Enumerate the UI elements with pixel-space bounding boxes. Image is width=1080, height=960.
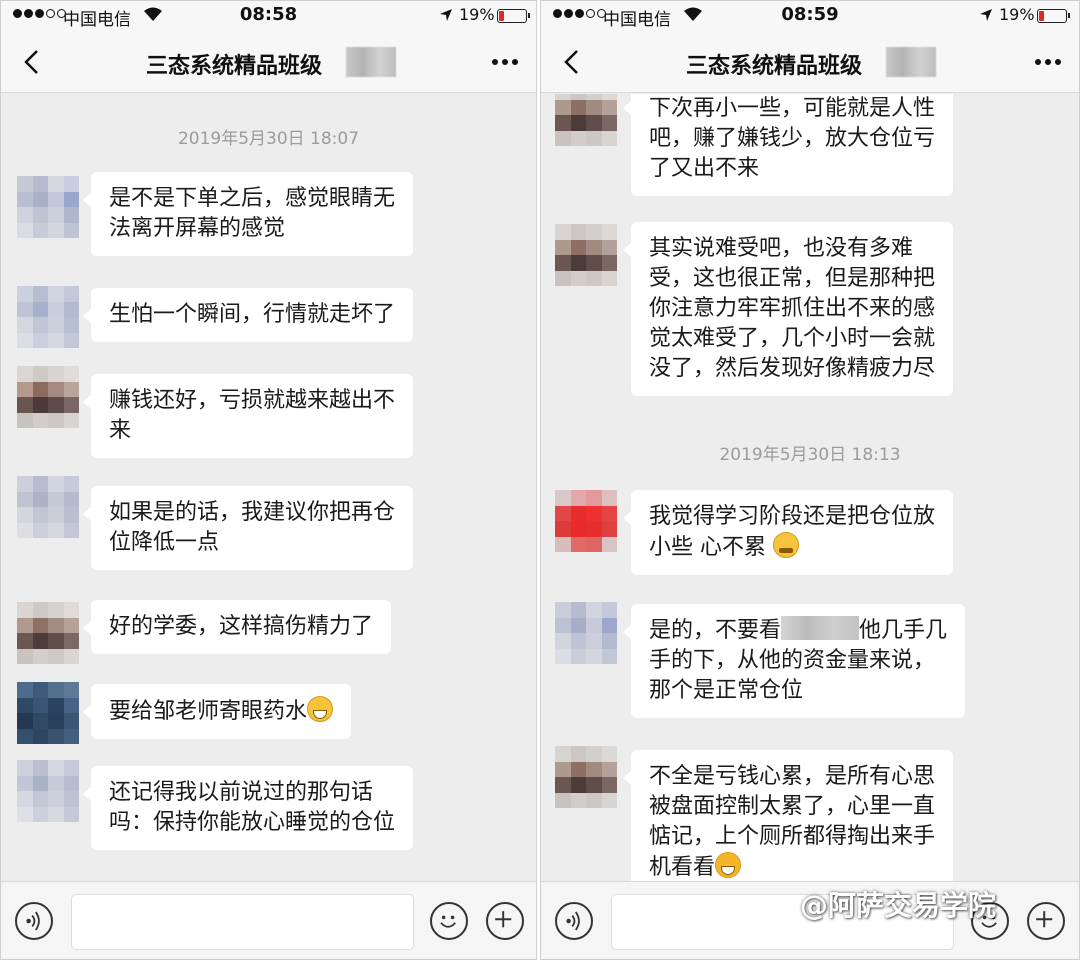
message-text: 好的学委，这样搞伤精力了 <box>109 614 374 639</box>
message-bubble[interactable]: 还记得我以前说过的那句话 吗：保持你能放心睡觉的仓位 <box>82 766 414 850</box>
avatar[interactable] <box>555 602 617 664</box>
chat-timestamp: 2019年5月30日 18:07 <box>177 129 360 149</box>
message-bubble[interactable]: 不全是亏钱心累，是所有心思 被盘面控制太累了，心里一直 惦记，上个厕所都得掏出来… <box>622 750 954 881</box>
chat-title: 三态系统精品班级 <box>146 54 323 79</box>
battery-icon <box>497 9 530 23</box>
location-arrow-icon <box>440 9 452 21</box>
avatar[interactable] <box>555 746 617 808</box>
message-text: 觉太难受了，几个小时一会就 <box>649 326 936 351</box>
message-text: 来 <box>109 418 132 443</box>
plus-icon[interactable] <box>486 902 524 940</box>
more-dots-icon[interactable] <box>492 59 518 65</box>
message-text: 吧，赚了嫌钱少，放大仓位亏 <box>649 126 936 151</box>
avatar[interactable] <box>17 286 79 348</box>
message-bubble[interactable]: 要给邹老师寄眼药水 <box>82 684 352 739</box>
redacted-title-suffix <box>886 47 936 77</box>
message-text: 他几手几 <box>859 618 948 643</box>
thinking-emoji-icon <box>773 532 799 558</box>
message-text: 惦记，上个厕所都得掏出来手 <box>649 824 936 849</box>
avatar[interactable] <box>555 224 617 286</box>
voice-icon[interactable] <box>15 902 53 940</box>
chevron-left-icon[interactable] <box>19 47 45 77</box>
message-text: 还记得我以前说过的那句话 <box>109 780 374 805</box>
chat-input-bar <box>1 881 536 959</box>
clock: 08:58 <box>239 4 298 25</box>
avatar[interactable] <box>17 366 79 428</box>
smiley-icon[interactable] <box>430 902 468 940</box>
right-phone-screen: 中国电信 08:59 19% 三态系统精品班级 下次再小一些，可能就是人性 吧，… <box>540 0 1080 960</box>
status-bar: 中国电信 08:58 19% <box>1 1 536 31</box>
avatar[interactable] <box>17 476 79 538</box>
message-text: 吗：保持你能放心睡觉的仓位 <box>109 810 396 835</box>
message-text: 下次再小一些，可能就是人性 <box>649 96 936 121</box>
message-input[interactable] <box>71 894 414 950</box>
message-text: 其实说难受吧，也没有多难 <box>649 236 914 261</box>
message-text: 位降低一点 <box>109 530 220 555</box>
avatar[interactable] <box>17 760 79 822</box>
message-text: 生怕一个瞬间，行情就走坏了 <box>109 302 396 327</box>
message-bubble[interactable]: 如果是的话，我建议你把再仓 位降低一点 <box>82 486 414 570</box>
message-bubble[interactable]: 其实说难受吧，也没有多难 受，这也很正常，但是那种把 你注意力牢牢抓住出不来的感… <box>622 222 954 396</box>
message-text: 机看看 <box>649 855 716 880</box>
message-bubble[interactable]: 我觉得学习阶段还是把仓位放 小些 心不累 <box>622 490 954 575</box>
left-phone-screen: 中国电信 08:58 19% 三态系统精品班级 2019年5月30日 18:07… <box>0 0 537 960</box>
message-text: 受，这也很正常，但是那种把 <box>649 266 936 291</box>
message-text: 要给邹老师寄眼药水 <box>109 699 308 724</box>
redacted-title-suffix <box>346 47 396 77</box>
message-text: 了又出不来 <box>649 156 760 181</box>
avatar[interactable] <box>555 94 617 146</box>
chat-nav-bar: 三态系统精品班级 <box>1 31 536 93</box>
message-bubble[interactable]: 赚钱还好，亏损就越来越出不 来 <box>82 374 414 458</box>
status-bar: 中国电信 08:59 19% <box>541 1 1079 31</box>
voice-icon[interactable] <box>555 902 593 940</box>
avatar[interactable] <box>17 682 79 744</box>
message-bubble[interactable]: 生怕一个瞬间，行情就走坏了 <box>82 288 414 342</box>
avatar[interactable] <box>555 490 617 552</box>
chevron-left-icon[interactable] <box>559 47 585 77</box>
message-text: 没了，然后发现好像精疲力尽 <box>649 356 936 381</box>
redacted-name <box>781 616 860 640</box>
watermark: @阿萨交易学院 <box>800 889 997 922</box>
message-list[interactable]: 下次再小一些，可能就是人性 吧，赚了嫌钱少，放大仓位亏 了又出不来 其实说难受吧… <box>541 94 1079 881</box>
message-text: 那个是正常仓位 <box>649 678 804 703</box>
laugh-cry-emoji-icon <box>715 852 742 878</box>
location-arrow-icon <box>980 9 992 21</box>
battery-icon <box>1037 9 1070 23</box>
message-bubble[interactable]: 是不是下单之后，感觉眼睛无 法离开屏幕的感觉 <box>82 172 414 256</box>
message-bubble[interactable]: 好的学委，这样搞伤精力了 <box>82 600 392 654</box>
message-text: 赚钱还好，亏损就越来越出不 <box>109 388 396 413</box>
message-text: 是不是下单之后，感觉眼睛无 <box>109 186 396 211</box>
chat-timestamp: 2019年5月30日 18:13 <box>719 445 901 465</box>
message-text: 被盘面控制太累了，心里一直 <box>649 794 936 819</box>
message-bubble[interactable]: 下次再小一些，可能就是人性 吧，赚了嫌钱少，放大仓位亏 了又出不来 <box>622 94 954 196</box>
message-text: 如果是的话，我建议你把再仓 <box>109 500 396 525</box>
message-list[interactable]: 2019年5月30日 18:07 是不是下单之后，感觉眼睛无 法离开屏幕的感觉 <box>1 94 536 881</box>
chat-title: 三态系统精品班级 <box>686 54 863 79</box>
message-text: 手的下，从他的资金量来说， <box>649 648 936 673</box>
avatar[interactable] <box>17 176 79 238</box>
message-text: 是的，不要看 <box>649 618 782 643</box>
plus-icon[interactable] <box>1027 902 1065 940</box>
grin-emoji-icon <box>307 696 334 722</box>
message-text: 我觉得学习阶段还是把仓位放 <box>649 504 936 529</box>
avatar[interactable] <box>17 602 79 664</box>
message-text: 小些 心不累 <box>649 535 766 560</box>
message-text: 你注意力牢牢抓住出不来的感 <box>649 296 936 321</box>
more-dots-icon[interactable] <box>1035 59 1061 65</box>
message-bubble[interactable]: 是的，不要看 他几手几 手的下，从他的资金量来说， 那个是正常仓位 <box>622 604 966 718</box>
battery-percent: 19% <box>999 5 1035 24</box>
chat-nav-bar: 三态系统精品班级 <box>541 31 1079 93</box>
battery-percent: 19% <box>459 5 495 24</box>
message-text: 不全是亏钱心累，是所有心思 <box>649 764 936 789</box>
message-text: 法离开屏幕的感觉 <box>109 216 286 241</box>
